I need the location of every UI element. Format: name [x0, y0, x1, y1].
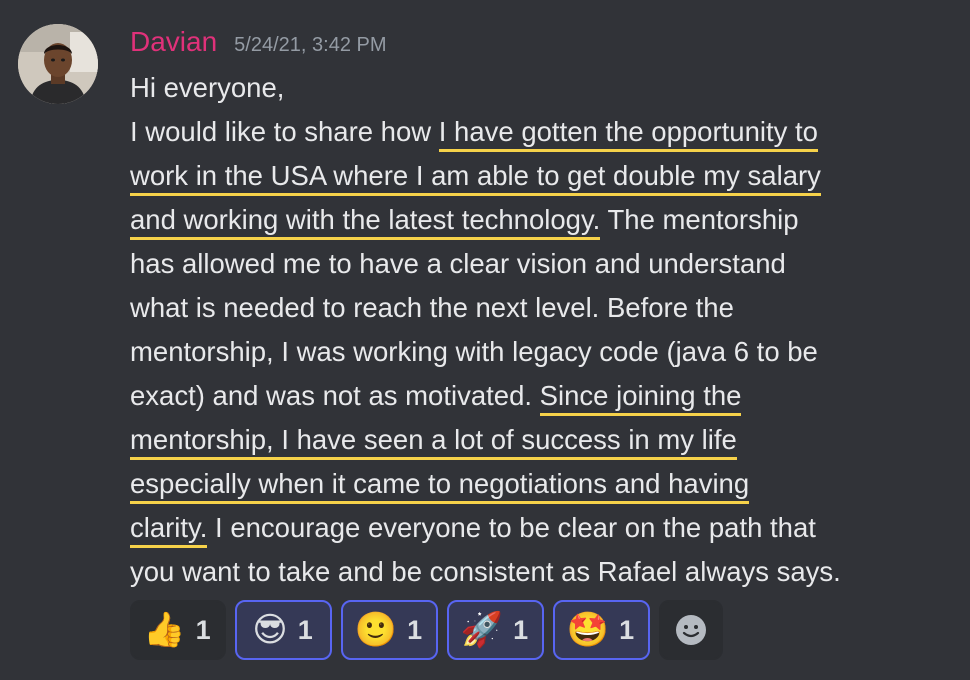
- message-line: and working with the latest technology. …: [130, 198, 930, 242]
- reaction-count: 1: [407, 614, 423, 645]
- message-text: I would like to share how: [130, 116, 439, 147]
- add-reaction-button[interactable]: [659, 600, 723, 660]
- highlighted-text: work in the USA where I am able to get d…: [130, 160, 821, 196]
- reaction-rocket[interactable]: 🚀 1: [447, 600, 544, 660]
- message-text: The mentorship: [600, 204, 799, 235]
- highlighted-text: mentorship, I have seen a lot of success…: [130, 424, 737, 460]
- message-line: exact) and was not as motivated. Since j…: [130, 374, 930, 418]
- message-line: I would like to share how I have gotten …: [130, 110, 930, 154]
- message-content: Hi everyone, I would like to share how I …: [130, 66, 930, 594]
- sunglasses-icon: 😎: [252, 610, 288, 650]
- star-struck-icon: 🤩: [566, 610, 610, 650]
- reactions-bar: 👍 1 😎 1 🙂 1 🚀 1 🤩 1: [130, 600, 723, 660]
- message-line: work in the USA where I am able to get d…: [130, 154, 930, 198]
- message-line: what is needed to reach the next level. …: [130, 286, 930, 330]
- highlighted-text: especially when it came to negotiations …: [130, 468, 750, 504]
- reaction-thumbs-up[interactable]: 👍 1: [130, 600, 226, 660]
- highlighted-text: Since joining the: [539, 380, 742, 416]
- add-reaction-icon: [676, 615, 706, 645]
- message-line: Hi everyone,: [130, 66, 930, 110]
- rocket-icon: 🚀: [460, 610, 504, 650]
- message-line: you want to take and be consistent as Ra…: [130, 550, 930, 594]
- reaction-sunglasses[interactable]: 😎 1: [235, 600, 332, 660]
- message-text: has allowed me to have a clear vision an…: [130, 248, 786, 279]
- message-line: mentorship, I have seen a lot of success…: [130, 418, 930, 462]
- message-line: clarity. I encourage everyone to be clea…: [130, 506, 930, 550]
- reaction-count: 1: [195, 614, 211, 645]
- username[interactable]: Davian: [130, 26, 217, 58]
- reaction-count: 1: [619, 614, 635, 645]
- message-line: mentorship, I was working with legacy co…: [130, 330, 930, 374]
- timestamp[interactable]: 5/24/21, 3:42 PM: [234, 34, 386, 57]
- message-text: I encourage everyone to be clear on the …: [207, 512, 816, 543]
- highlighted-text: and working with the latest technology.: [130, 204, 601, 240]
- message-line: especially when it came to negotiations …: [130, 462, 930, 506]
- message-text: you want to take and be consistent as Ra…: [130, 556, 841, 587]
- slight-smile-icon: 🙂: [354, 610, 398, 650]
- reaction-count: 1: [513, 614, 529, 645]
- message-text: what is needed to reach the next level. …: [130, 292, 734, 323]
- avatar[interactable]: [18, 24, 98, 104]
- reaction-count: 1: [297, 614, 313, 645]
- message-line: has allowed me to have a clear vision an…: [130, 242, 930, 286]
- avatar-image: [18, 24, 98, 104]
- message-text: Hi everyone,: [130, 72, 285, 103]
- thumbs-up-icon: 👍: [143, 610, 186, 650]
- reaction-slight-smile[interactable]: 🙂 1: [341, 600, 438, 660]
- message-text: exact) and was not as motivated.: [130, 380, 540, 411]
- message-header: Davian 5/24/21, 3:42 PM: [130, 26, 387, 58]
- reaction-star-struck[interactable]: 🤩 1: [553, 600, 650, 660]
- highlighted-text: I have gotten the opportunity to: [438, 116, 818, 152]
- message-text: mentorship, I was working with legacy co…: [130, 336, 818, 367]
- highlighted-text: clarity.: [130, 512, 208, 548]
